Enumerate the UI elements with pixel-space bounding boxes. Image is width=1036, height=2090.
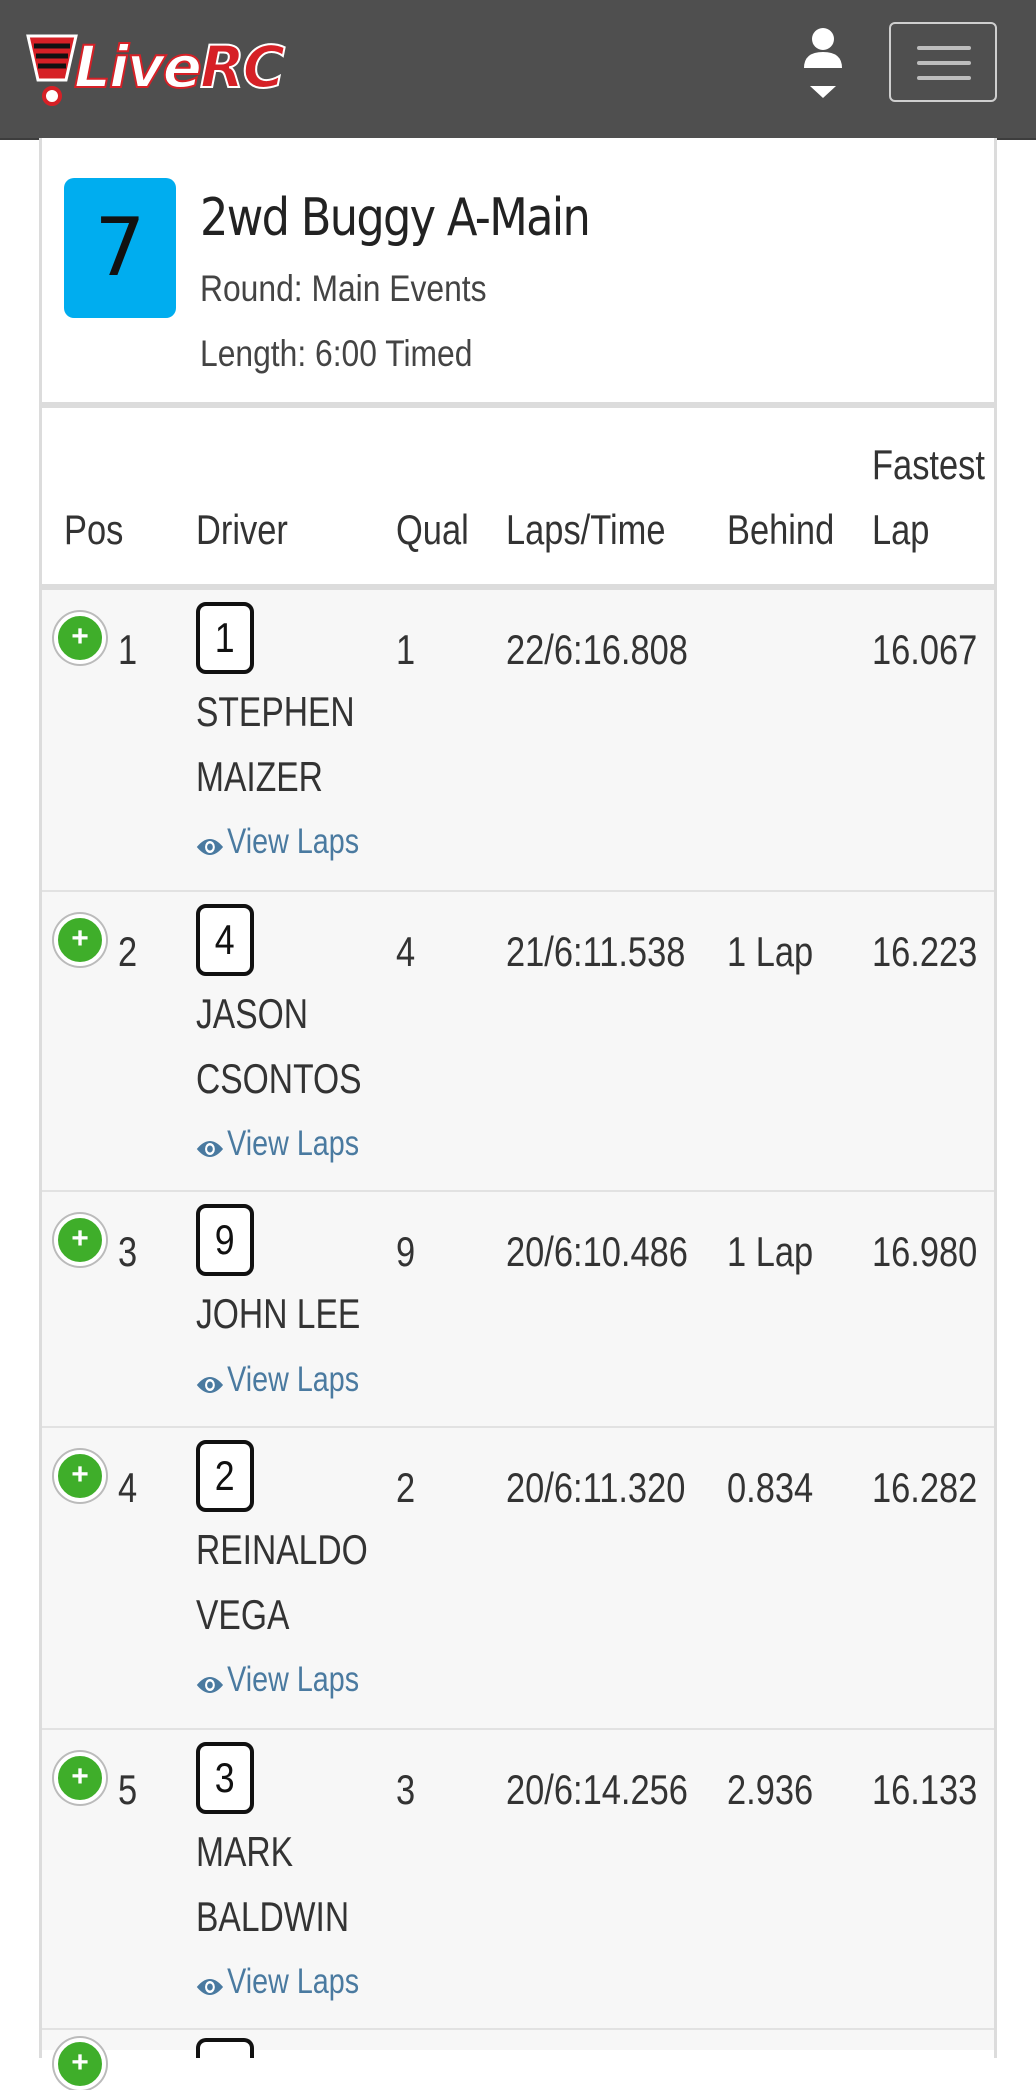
car-number-badge: 1 [196, 602, 254, 674]
table-row: + 5 3 MARK BALDWIN View Laps 3 20/6:14.2… [42, 1730, 994, 2030]
table-header: Pos Driver Qual Laps/Time Behind Fastest… [42, 408, 994, 590]
view-laps-link[interactable]: View Laps [196, 1120, 359, 1168]
row-pos: 4 [118, 1464, 138, 1511]
driver-name: STEPHEN [196, 688, 355, 735]
row-fastest-lap: 16.282 [872, 1464, 978, 1511]
expand-row-plus-icon[interactable]: + [54, 1450, 106, 1502]
hamburger-menu-button[interactable] [889, 22, 997, 102]
race-number-badge: 7 [64, 178, 176, 318]
view-laps-label: View Laps [227, 1360, 360, 1399]
eye-icon [196, 1141, 224, 1157]
row-laps-time: 20/6:11.320 [506, 1464, 686, 1511]
column-header-pos[interactable]: Pos [64, 498, 123, 562]
row-fastest-lap: 16.133 [872, 1766, 978, 1813]
logo-rc-text: RC [199, 32, 286, 102]
driver-name-line2: CSONTOS [196, 1055, 362, 1102]
row-pos: 1 [118, 626, 138, 673]
row-pos: 5 [118, 1766, 138, 1813]
table-row: + 2 4 JASON CSONTOS View Laps 4 21/6:11.… [42, 892, 994, 1192]
row-qual: 4 [396, 928, 416, 975]
driver-name: REINALDO [196, 1526, 368, 1573]
row-fastest-lap: 16.980 [872, 1228, 978, 1275]
view-laps-link[interactable]: View Laps [196, 1656, 359, 1704]
car-number: 9 [215, 1216, 235, 1263]
table-row: + [42, 2030, 994, 2090]
column-header-qual[interactable]: Qual [396, 498, 469, 562]
eye-icon [196, 1979, 224, 1995]
driver-name-line2: VEGA [196, 1591, 290, 1638]
view-laps-link[interactable]: View Laps [196, 1958, 359, 2006]
view-laps-label: View Laps [227, 1660, 360, 1699]
column-header-laps-time[interactable]: Laps/Time [506, 498, 666, 562]
car-number-badge: 4 [196, 904, 254, 976]
user-icon [804, 28, 842, 98]
row-laps-time: 20/6:14.256 [506, 1766, 688, 1813]
liverc-logo[interactable]: LiveRC [22, 28, 352, 108]
view-laps-link[interactable]: View Laps [196, 818, 359, 866]
row-behind: 1 Lap [727, 1228, 814, 1275]
row-laps-time: 20/6:10.486 [506, 1228, 688, 1275]
driver-name: JASON [196, 990, 309, 1037]
view-laps-label: View Laps [227, 1124, 360, 1163]
car-number-badge: 9 [196, 1204, 254, 1276]
car-number: 1 [215, 614, 235, 661]
table-row: + 4 2 REINALDO VEGA View Laps 2 20/6:11.… [42, 1428, 994, 1730]
driver-name: MARK [196, 1828, 294, 1875]
car-number: 2 [215, 1452, 235, 1499]
row-fastest-lap: 16.223 [872, 928, 978, 975]
row-behind: 1 Lap [727, 928, 814, 975]
navbar: LiveRC [0, 0, 1036, 140]
menu-bar-icon [917, 61, 971, 65]
car-number: 4 [215, 916, 235, 963]
view-laps-label: View Laps [227, 1962, 360, 2001]
view-laps-link[interactable]: View Laps [196, 1356, 359, 1404]
column-header-fastest-lap[interactable]: Fastest [872, 433, 985, 497]
logo-live-text: Live [73, 32, 203, 102]
expand-row-plus-icon[interactable]: + [54, 914, 106, 966]
expand-row-plus-icon[interactable]: + [54, 612, 106, 664]
table-row: + 1 1 STEPHEN MAIZER View Laps 1 22/6:16… [42, 590, 994, 892]
row-qual: 9 [396, 1228, 416, 1275]
logo-wordmark: LiveRC [73, 32, 286, 102]
race-round: Round: Main Events [200, 268, 487, 309]
row-pos: 2 [118, 928, 138, 975]
table-row: + 3 9 JOHN LEE View Laps 9 20/6:10.486 1… [42, 1192, 994, 1428]
expand-row-plus-icon[interactable]: + [54, 1752, 106, 1804]
race-length: Length: 6:00 Timed [200, 333, 473, 374]
antenna-tower-icon [26, 34, 78, 106]
eye-icon [196, 1377, 224, 1393]
expand-row-plus-icon[interactable]: + [54, 1214, 106, 1266]
expand-row-plus-icon[interactable]: + [54, 2038, 106, 2090]
user-account-button[interactable] [800, 26, 846, 106]
race-title: 2wd Buggy A-Main [200, 188, 591, 248]
row-fastest-lap: 16.067 [872, 626, 978, 673]
column-header-behind[interactable]: Behind [727, 498, 834, 562]
menu-bar-icon [917, 46, 971, 50]
menu-bar-icon [917, 76, 971, 80]
row-laps-time: 21/6:11.538 [506, 928, 686, 975]
car-number-badge: 3 [196, 1742, 254, 1814]
view-laps-label: View Laps [227, 822, 360, 861]
results-table: Pos Driver Qual Laps/Time Behind Fastest… [39, 408, 997, 2090]
race-header-card: 7 2wd Buggy A-Main Round: Main Events Le… [39, 138, 997, 408]
car-number-badge: 2 [196, 1440, 254, 1512]
row-qual: 1 [396, 626, 416, 673]
row-qual: 2 [396, 1464, 416, 1511]
column-header-driver[interactable]: Driver [196, 498, 288, 562]
driver-name-line2: MAIZER [196, 753, 323, 800]
row-behind: 0.834 [727, 1464, 814, 1511]
row-laps-time: 22/6:16.808 [506, 626, 688, 673]
eye-icon [196, 839, 224, 855]
row-qual: 3 [396, 1766, 416, 1813]
row-behind: 2.936 [727, 1766, 814, 1813]
caret-down-icon [810, 86, 836, 98]
driver-name-line2: BALDWIN [196, 1893, 350, 1940]
driver-name: JOHN LEE [196, 1290, 361, 1337]
column-header-fastest-lap-line2[interactable]: Lap [872, 498, 929, 562]
car-number: 3 [215, 1754, 235, 1801]
eye-icon [196, 1677, 224, 1693]
row-pos: 3 [118, 1228, 138, 1275]
car-number-badge [196, 2038, 254, 2058]
